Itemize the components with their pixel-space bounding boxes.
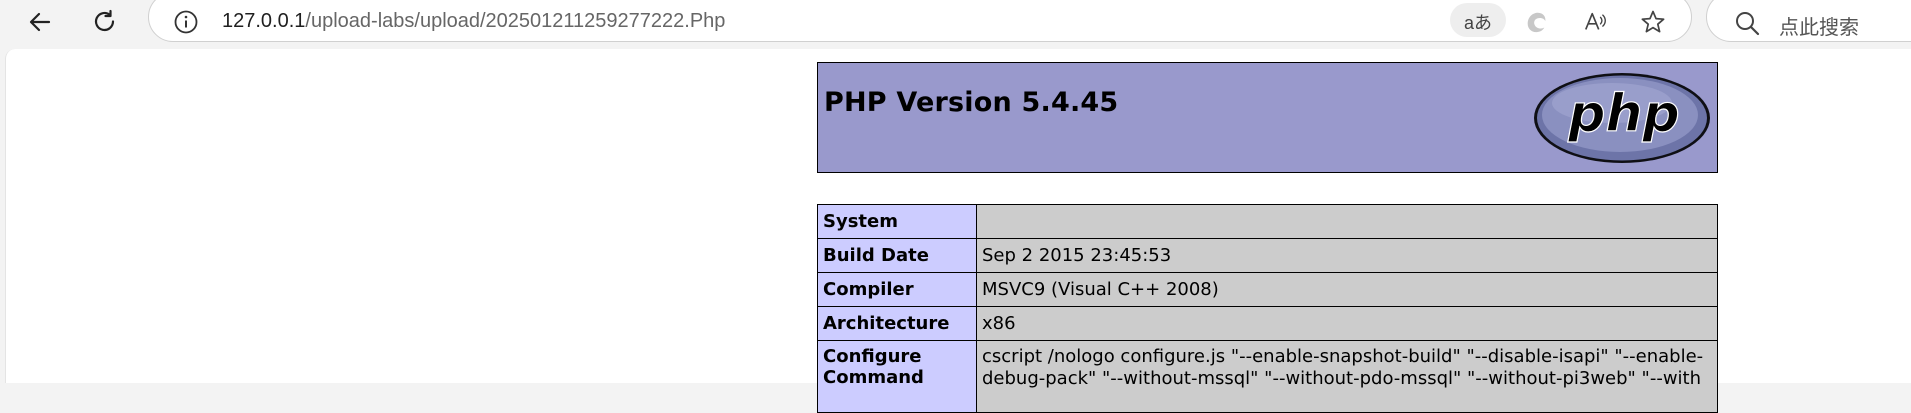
star-icon [1641,10,1665,33]
row-key: Architecture [817,306,977,341]
favorite-button[interactable] [1635,5,1671,39]
site-info-icon[interactable] [173,9,199,35]
arrow-left-icon [29,12,51,32]
address-bar[interactable]: 127.0.0.1/upload-labs/upload/20250121125… [148,0,1692,42]
refresh-button[interactable] [85,2,125,42]
php-logo[interactable]: php [1532,71,1712,165]
refresh-icon [94,9,115,32]
translate-icon: aあ [1463,13,1492,33]
browser-toolbar: 127.0.0.1/upload-labs/upload/20250121125… [0,0,1911,49]
url-host: 127.0.0.1 [222,10,306,32]
php-logo-text: php [1567,84,1679,144]
row-value: cscript /nologo configure.js "--enable-s… [976,340,1718,413]
table-row: Compiler MSVC9 (Visual C++ 2008) [817,272,1718,307]
row-key: Build Date [817,238,977,273]
read-aloud-button[interactable] [1577,5,1613,39]
row-value [976,204,1718,239]
edge-extension-button[interactable] [1518,5,1554,39]
row-key: System [817,204,977,239]
back-button[interactable] [20,2,60,42]
row-value: x86 [976,306,1718,341]
row-value: MSVC9 (Visual C++ 2008) [976,272,1718,307]
table-row: Architecture x86 [817,306,1718,341]
translate-button[interactable]: aあ [1460,5,1496,39]
php-info-table: System Build Date Sep 2 2015 23:45:53 Co… [817,204,1718,413]
search-placeholder: 点此搜索 [1779,17,1859,39]
php-version-header: PHP Version 5.4.45 php [817,62,1718,173]
table-row: System [817,204,1718,239]
table-row: Configure Command cscript /nologo config… [817,340,1718,413]
row-value: Sep 2 2015 23:45:53 [976,238,1718,273]
table-row: Build Date Sep 2 2015 23:45:53 [817,238,1718,273]
search-box[interactable]: 点此搜索 [1706,0,1911,42]
url-text[interactable]: 127.0.0.1/upload-labs/upload/20250121125… [222,10,725,33]
php-version-title: PHP Version 5.4.45 [824,87,1119,118]
url-path: /upload-labs/upload/202501211259277222.P… [305,10,726,32]
read-aloud-icon [1585,12,1606,30]
row-key: Configure Command [817,340,977,413]
edge-icon [1527,12,1546,33]
search-icon [1736,12,1760,36]
row-key: Compiler [817,272,977,307]
